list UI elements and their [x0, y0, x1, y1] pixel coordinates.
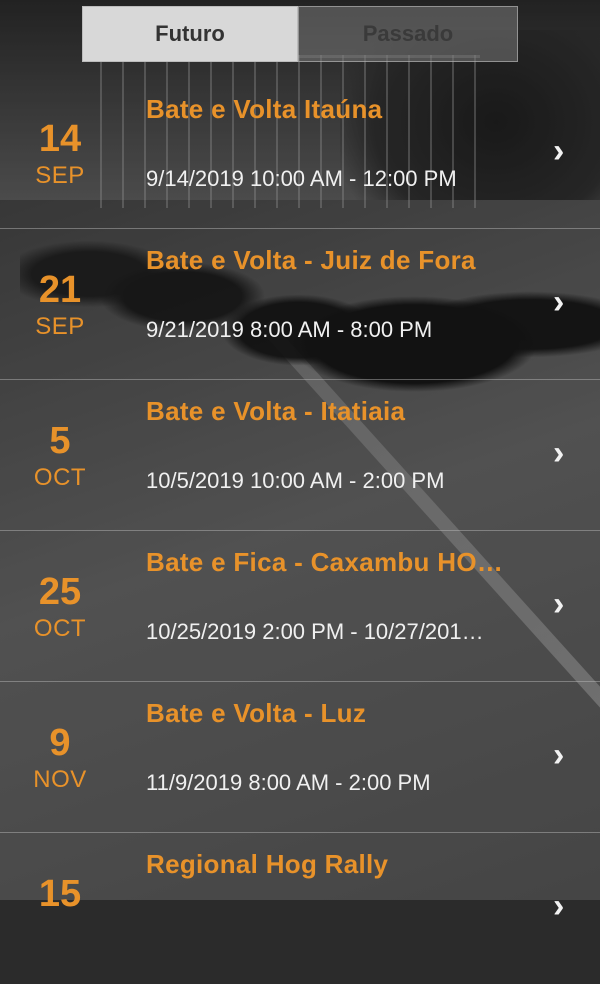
event-title: Bate e Volta - Luz [146, 698, 367, 728]
event-title: Regional Hog Rally [146, 849, 389, 879]
event-month: NOV [33, 766, 87, 793]
event-day: 25 [38, 571, 82, 613]
event-day: 14 [38, 118, 82, 160]
event-row[interactable]: 15 Regional Hog Rally › [0, 833, 600, 984]
event-day: 15 [38, 873, 82, 915]
event-row[interactable]: 21 SEP Bate e Volta - Juiz de Fora 9/21/… [0, 229, 600, 380]
event-month: OCT [33, 464, 87, 491]
event-day: 5 [49, 420, 71, 462]
event-time: 10/25/2019 2:00 PM - 10/27/201… [146, 619, 484, 644]
event-title: Bate e Volta - Itatiaia [146, 396, 406, 426]
tab-futuro[interactable]: Futuro [82, 6, 298, 62]
chevron-right-icon: › [553, 585, 565, 623]
event-time: 9/14/2019 10:00 AM - 12:00 PM [146, 166, 457, 191]
event-title: Bate e Fica - Caxambu HO… [146, 547, 504, 577]
event-month: OCT [33, 615, 87, 642]
event-time: 10/5/2019 10:00 AM - 2:00 PM [146, 468, 445, 493]
event-month: SEP [35, 313, 85, 340]
event-row[interactable]: 25 OCT Bate e Fica - Caxambu HO… 10/25/2… [0, 531, 600, 682]
event-time: 9/21/2019 8:00 AM - 8:00 PM [146, 317, 433, 342]
chevron-right-icon: › [553, 434, 565, 472]
event-time: 11/9/2019 8:00 AM - 2:00 PM [146, 770, 431, 795]
chevron-right-icon: › [553, 887, 565, 925]
chevron-right-icon: › [553, 132, 565, 170]
segmented-control: Futuro Passado [0, 0, 600, 72]
event-row[interactable]: 14 SEP Bate e Volta Itaúna 9/14/2019 10:… [0, 78, 600, 229]
chevron-right-icon: › [553, 283, 565, 321]
event-row[interactable]: 5 OCT Bate e Volta - Itatiaia 10/5/2019 … [0, 380, 600, 531]
event-day: 21 [38, 269, 82, 311]
event-title: Bate e Volta Itaúna [146, 94, 383, 124]
event-row[interactable]: 9 NOV Bate e Volta - Luz 11/9/2019 8:00 … [0, 682, 600, 833]
event-month: SEP [35, 162, 85, 189]
chevron-right-icon: › [553, 736, 565, 774]
event-list: 14 SEP Bate e Volta Itaúna 9/14/2019 10:… [0, 78, 600, 984]
event-title: Bate e Volta - Juiz de Fora [146, 245, 476, 275]
event-day: 9 [49, 722, 71, 764]
tab-passado[interactable]: Passado [298, 6, 518, 62]
